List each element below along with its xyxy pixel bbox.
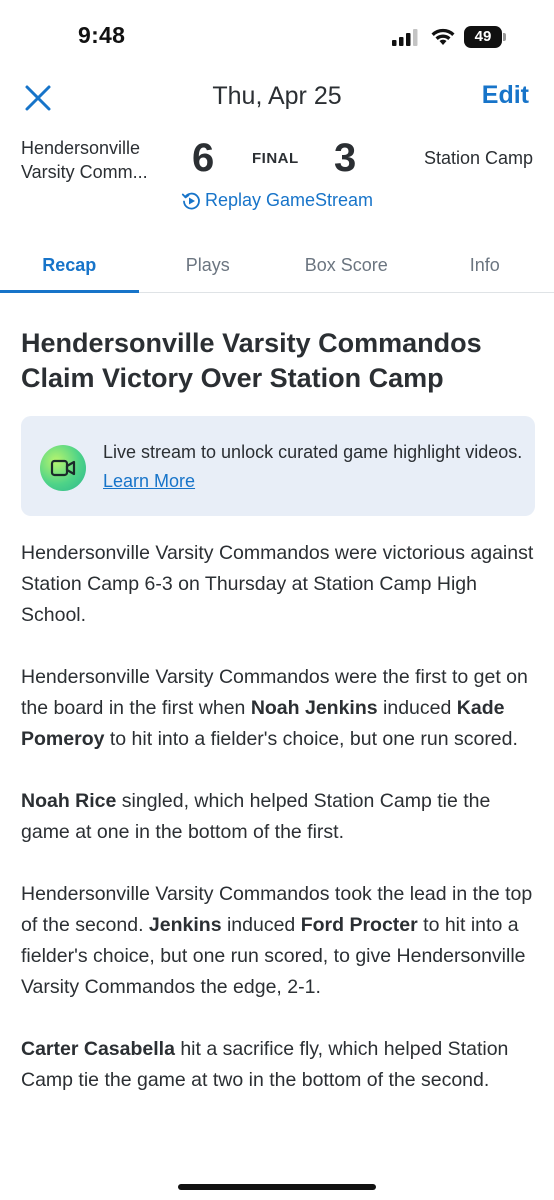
replay-gamestream-button[interactable]: Replay GameStream	[181, 190, 373, 211]
home-score: 3	[334, 136, 357, 180]
tab-bar: Recap Plays Box Score Info	[0, 240, 554, 293]
close-icon[interactable]	[22, 82, 54, 114]
banner-text: Live stream to unlock curated game highl…	[103, 438, 523, 496]
replay-icon	[181, 192, 200, 209]
away-team-line1: Hendersonville	[21, 138, 141, 158]
nav-header: Thu, Apr 25 Edit	[0, 72, 554, 124]
paragraph-text: induced	[221, 914, 301, 936]
article-paragraph: Hendersonville Varsity Commandos were vi…	[21, 538, 535, 631]
article-headline: Hendersonville Varsity Commandos Claim V…	[21, 328, 482, 393]
article-paragraph: Hendersonville Varsity Commandos were th…	[21, 662, 535, 755]
tab-box-score[interactable]: Box Score	[277, 240, 416, 292]
away-score: 6	[192, 136, 215, 180]
scoreboard: Hendersonville Varsity Comm... 6 FINAL 3…	[0, 126, 554, 222]
game-status: FINAL	[252, 150, 299, 167]
player-name: Noah Rice	[21, 790, 117, 812]
learn-more-link[interactable]: Learn More	[103, 471, 195, 491]
status-bar: 9:48 49	[0, 0, 554, 72]
paragraph-text: Hendersonville Varsity Commandos were vi…	[21, 542, 534, 626]
video-camera-icon	[40, 445, 86, 491]
paragraph-text: induced	[377, 697, 457, 719]
status-time: 9:48	[78, 22, 126, 48]
replay-row: Replay GameStream	[0, 190, 554, 216]
paragraph-text: to hit into a fielder's choice, but one …	[104, 728, 518, 750]
player-name: Ford Procter	[300, 914, 418, 936]
away-team-line2: Varsity Comm...	[21, 162, 148, 182]
battery-level: 49	[464, 26, 502, 48]
page-title: Thu, Apr 25	[0, 82, 554, 111]
replay-label: Replay GameStream	[204, 190, 374, 210]
home-team-name[interactable]: Station Camp	[424, 148, 533, 169]
battery-tip	[503, 33, 506, 41]
livestream-banner: Live stream to unlock curated game highl…	[21, 416, 535, 516]
player-name: Carter Casabella	[21, 1038, 175, 1060]
wifi-icon	[431, 28, 455, 45]
player-name: Jenkins	[148, 914, 222, 936]
tab-recap[interactable]: Recap	[0, 240, 139, 293]
article-paragraph: Hendersonville Varsity Commandos took th…	[21, 879, 535, 1003]
article-paragraph: Carter Casabella hit a sacrifice fly, wh…	[21, 1034, 535, 1096]
tab-info[interactable]: Info	[416, 240, 554, 292]
recap-content: Hendersonville Varsity Commandos Claim V…	[21, 326, 535, 1096]
away-team-name[interactable]: Hendersonville Varsity Comm...	[21, 136, 181, 184]
edit-button[interactable]: Edit	[482, 81, 529, 110]
article-body: Hendersonville Varsity Commandos were vi…	[21, 538, 535, 1096]
banner-message: Live stream to unlock curated game highl…	[103, 442, 523, 462]
home-indicator[interactable]	[178, 1184, 376, 1190]
game-date: Thu, Apr 25	[212, 82, 342, 110]
player-name: Noah Jenkins	[250, 697, 378, 719]
tab-plays[interactable]: Plays	[139, 240, 278, 292]
article-paragraph: Noah Rice singled, which helped Station …	[21, 786, 535, 848]
signal-icon	[392, 29, 418, 46]
battery-icon: 49	[464, 26, 508, 48]
